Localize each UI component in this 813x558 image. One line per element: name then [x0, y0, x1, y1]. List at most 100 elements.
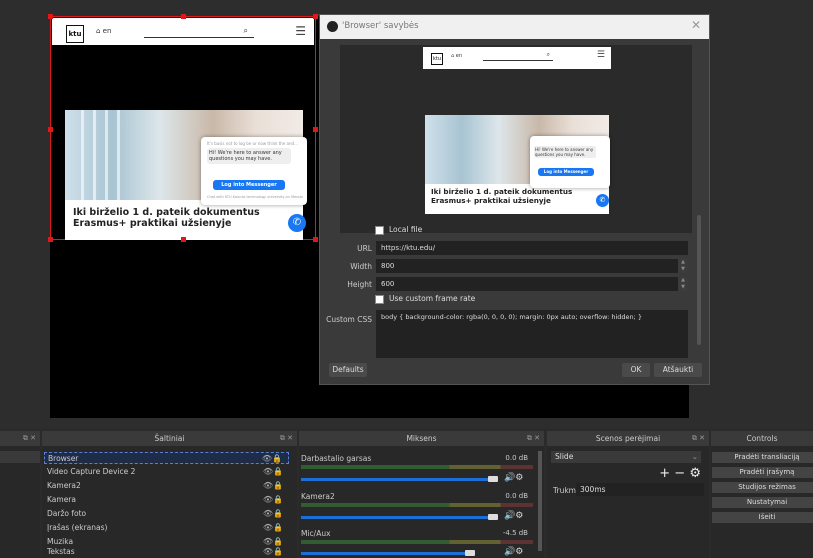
- transition-select[interactable]: Slide ⌄: [551, 451, 701, 463]
- mixer-channel-name: Kamera2: [301, 492, 335, 501]
- dialog-title: 'Browser' savybės: [342, 21, 419, 31]
- height-value: 600: [381, 280, 395, 288]
- transition-value: Slide: [555, 452, 574, 461]
- source-label: Tekstas: [47, 547, 75, 556]
- local-file-checkbox[interactable]: [375, 226, 384, 235]
- exit-button[interactable]: Išeiti: [712, 512, 813, 523]
- duration-value: 300ms: [580, 485, 606, 494]
- mixer-channel-name: Mic/Aux: [301, 529, 331, 538]
- mini-messenger-icon: ✆: [596, 194, 609, 207]
- source-item[interactable]: Daržo foto 👁🔒: [44, 508, 289, 520]
- mixer-dock-controls-icon[interactable]: ⧉ ✕: [527, 431, 540, 446]
- start-recording-button[interactable]: Pradėti įrašymą: [712, 467, 813, 478]
- mixer-scrollbar[interactable]: [538, 451, 542, 551]
- eye-lock-icon[interactable]: 👁🔒: [263, 546, 283, 558]
- volume-knob[interactable]: [465, 550, 475, 556]
- browser-source-preview[interactable]: ktu ⌂ en ⌕ ☰ Iki birželio 1 d. pateik do…: [48, 14, 318, 242]
- duration-field[interactable]: 300ms: [576, 483, 704, 496]
- source-item[interactable]: Kamera 👁🔒: [44, 494, 289, 506]
- mini-headline: Iki birželio 1 d. pateik dokumentus Eras…: [431, 187, 573, 205]
- source-item[interactable]: Kamera2 👁🔒: [44, 480, 289, 492]
- dock-float-close-icon[interactable]: ⧉ ✕: [23, 431, 36, 446]
- sources-dock-controls-icon[interactable]: ⧉ ✕: [280, 431, 293, 446]
- ok-button[interactable]: OK: [622, 363, 650, 377]
- source-label: Browser: [48, 454, 79, 463]
- browser-properties-dialog: 'Browser' savybės ✕ ktu ⌂ en ⌕ ☰ Iki bir…: [319, 14, 710, 385]
- source-label: Įrašas (ekranas): [47, 523, 108, 532]
- transitions-dock-header: Scenos perėjimai ⧉ ✕: [547, 431, 709, 446]
- scenes-dock-header: ⧉ ✕: [0, 431, 40, 446]
- settings-button[interactable]: Nustatymai: [712, 497, 813, 508]
- mini-search-icon: ⌕: [546, 51, 550, 58]
- ktu-logo: ktu: [66, 25, 84, 43]
- add-remove-gear-icon[interactable]: + − ⚙: [659, 466, 701, 481]
- controls-dock-header: Controls: [711, 431, 813, 446]
- url-field[interactable]: https://ktu.edu/: [376, 241, 688, 255]
- width-value: 800: [381, 262, 395, 270]
- speaker-gear-icon[interactable]: 🔊⚙: [504, 547, 523, 557]
- mini-chat-message: Hi! We're here to answer any questions y…: [534, 146, 596, 158]
- source-item[interactable]: Browser 👁🔒: [44, 452, 289, 464]
- controls-dock: Controls: [711, 431, 813, 558]
- css-label: Custom CSS: [326, 315, 372, 324]
- eye-lock-icon[interactable]: 👁🔒: [263, 480, 283, 492]
- home-lang: ⌂ en: [96, 27, 112, 35]
- eye-lock-icon[interactable]: 👁🔒: [262, 453, 282, 465]
- resize-handle-bl[interactable]: [48, 237, 53, 242]
- defaults-button[interactable]: Defaults: [329, 363, 367, 377]
- eye-lock-icon[interactable]: 👁🔒: [263, 508, 283, 520]
- volume-slider[interactable]: [301, 552, 467, 555]
- messenger-chat-popup: It's basis not to log be or now think th…: [201, 137, 307, 205]
- resize-handle-t[interactable]: [181, 14, 186, 19]
- width-field[interactable]: 800 ▲ ▼: [376, 259, 688, 273]
- site-header: ktu ⌂ en ⌕ ☰: [52, 18, 314, 45]
- mini-lang: ⌂ en: [451, 53, 463, 59]
- scenes-dock: ⧉ ✕: [0, 431, 40, 558]
- mini-site-header: ktu ⌂ en ⌕ ☰: [423, 47, 611, 69]
- custom-fps-checkbox[interactable]: [375, 295, 384, 304]
- resize-handle-tl[interactable]: [48, 14, 53, 19]
- mini-logo: ktu: [431, 53, 443, 65]
- width-spinner-icon[interactable]: ▲ ▼: [678, 259, 688, 273]
- custom-fps-label: Use custom frame rate: [389, 294, 476, 303]
- resize-handle-r[interactable]: [313, 127, 318, 132]
- eye-lock-icon[interactable]: 👁🔒: [263, 466, 283, 478]
- source-item[interactable]: Įrašas (ekranas) 👁🔒: [44, 522, 289, 534]
- source-item[interactable]: Video Capture Device 2 👁🔒: [44, 466, 289, 478]
- width-label: Width: [350, 262, 372, 271]
- chat-message: Hi! We're here to answer any questions y…: [207, 148, 291, 164]
- volume-slider[interactable]: [301, 516, 491, 519]
- site-search: ⌕: [144, 26, 254, 38]
- sources-title: Šaltiniai: [154, 434, 185, 443]
- mixer-dock-header: Miksens ⧉ ✕: [299, 431, 544, 446]
- speaker-gear-icon[interactable]: 🔊⚙: [504, 511, 523, 521]
- hamburger-icon: ☰: [295, 24, 306, 38]
- volume-knob[interactable]: [488, 476, 498, 482]
- studio-mode-button[interactable]: Studijos režimas: [712, 482, 813, 493]
- speaker-gear-icon[interactable]: 🔊⚙: [504, 473, 523, 483]
- scene-item[interactable]: [0, 451, 40, 463]
- height-spinner-icon[interactable]: ▲ ▼: [678, 277, 688, 291]
- resize-handle-br[interactable]: [313, 237, 318, 242]
- eye-lock-icon[interactable]: 👁🔒: [263, 522, 283, 534]
- cancel-button[interactable]: Atšaukti: [654, 363, 702, 377]
- close-icon[interactable]: ✕: [691, 18, 701, 32]
- mini-headline-box: Iki birželio 1 d. pateik dokumentus Eras…: [425, 184, 609, 214]
- headline-box: Iki birželio 1 d. pateik dokumentus Eras…: [65, 200, 303, 240]
- height-field[interactable]: 600 ▲ ▼: [376, 277, 688, 291]
- local-file-label: Local file: [389, 225, 423, 234]
- mini-lang-label: en: [455, 53, 463, 59]
- dialog-scrollbar[interactable]: [697, 215, 701, 345]
- resize-handle-b[interactable]: [181, 237, 186, 242]
- eye-lock-icon[interactable]: 👁🔒: [263, 494, 283, 506]
- mixer-channel-db: 0.0 dB: [505, 492, 528, 500]
- css-textarea[interactable]: body { background-color: rgba(0, 0, 0, 0…: [376, 310, 688, 358]
- source-item[interactable]: Tekstas 👁🔒: [44, 546, 289, 558]
- volume-slider[interactable]: [301, 478, 491, 481]
- start-streaming-button[interactable]: Pradėti transliaciją: [712, 452, 813, 463]
- resize-handle-tr[interactable]: [313, 14, 318, 19]
- chat-note: It's basis not to log be or now think th…: [207, 141, 298, 146]
- resize-handle-l[interactable]: [48, 127, 53, 132]
- transitions-dock-controls-icon[interactable]: ⧉ ✕: [692, 431, 705, 446]
- volume-knob[interactable]: [488, 514, 498, 520]
